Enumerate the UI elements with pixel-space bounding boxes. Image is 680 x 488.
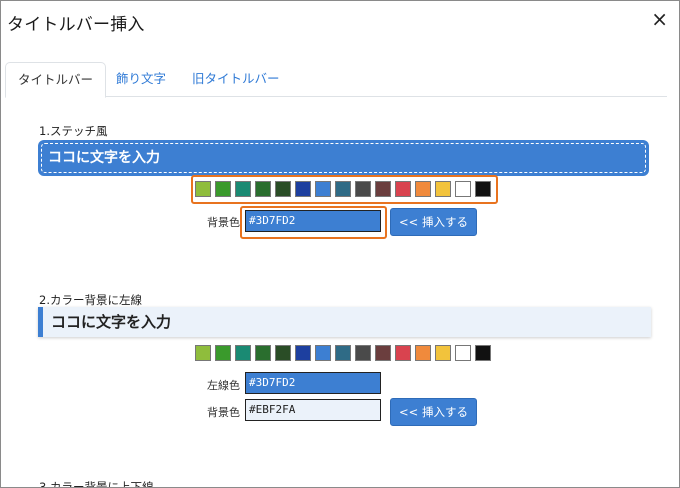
- insert-titlebar-dialog: タイトルバー挿入 × タイトルバー 飾り文字 旧タイトルバー 1.ステッチ風 コ…: [0, 0, 680, 488]
- section3-label: 3.カラー背景に上下線: [39, 480, 154, 488]
- color-swatch[interactable]: [335, 345, 351, 361]
- color-swatch[interactable]: [355, 345, 371, 361]
- insert-button-1[interactable]: << 挿入する: [390, 208, 477, 236]
- line-color-label: 左線色: [207, 379, 240, 392]
- color-swatch[interactable]: [195, 345, 211, 361]
- color-swatch[interactable]: [395, 345, 411, 361]
- dialog-title: タイトルバー挿入: [7, 15, 145, 35]
- color-swatch[interactable]: [395, 181, 411, 197]
- color-swatch[interactable]: [195, 181, 211, 197]
- color-swatch[interactable]: [375, 345, 391, 361]
- color-swatch[interactable]: [435, 181, 451, 197]
- color-swatch[interactable]: [335, 181, 351, 197]
- color-swatch[interactable]: [475, 345, 491, 361]
- section1-label: 1.ステッチ風: [39, 124, 108, 138]
- tab-old-titlebar[interactable]: 旧タイトルバー: [180, 62, 292, 97]
- color-swatch[interactable]: [355, 181, 371, 197]
- color-swatch[interactable]: [435, 345, 451, 361]
- color-swatch[interactable]: [235, 345, 251, 361]
- bg-color-label: 背景色: [207, 216, 240, 229]
- color-swatch[interactable]: [415, 181, 431, 197]
- color-swatch[interactable]: [215, 345, 231, 361]
- stitch-preview: ココに文字を入力: [38, 140, 649, 176]
- line-color-field[interactable]: #3D7FD2: [245, 372, 381, 394]
- insert-button-2[interactable]: << 挿入する: [390, 398, 477, 426]
- section2-label: 2.カラー背景に左線: [39, 293, 142, 307]
- tab-bar: タイトルバー 飾り文字 旧タイトルバー: [5, 62, 667, 98]
- color-swatch[interactable]: [375, 181, 391, 197]
- leftline-preview: ココに文字を入力: [38, 307, 651, 337]
- bg-color-field[interactable]: #3D7FD2: [245, 210, 381, 232]
- color-swatch[interactable]: [255, 181, 271, 197]
- color-swatch[interactable]: [235, 181, 251, 197]
- color-swatch[interactable]: [275, 181, 291, 197]
- bg-color-label-2: 背景色: [207, 406, 240, 419]
- color-swatch[interactable]: [255, 345, 271, 361]
- tab-decorative-text[interactable]: 飾り文字: [104, 62, 178, 97]
- color-palette-2: [195, 345, 491, 361]
- tab-titlebar[interactable]: タイトルバー: [5, 62, 107, 98]
- stitch-preview-text: ココに文字を入力: [41, 143, 646, 173]
- color-swatch[interactable]: [455, 345, 471, 361]
- bg-color-field-2[interactable]: #EBF2FA: [245, 399, 381, 421]
- color-swatch[interactable]: [295, 181, 311, 197]
- color-swatch[interactable]: [315, 181, 331, 197]
- color-swatch[interactable]: [415, 345, 431, 361]
- color-swatch[interactable]: [295, 345, 311, 361]
- close-icon[interactable]: ×: [651, 9, 668, 29]
- color-swatch[interactable]: [275, 345, 291, 361]
- color-swatch[interactable]: [215, 181, 231, 197]
- color-swatch[interactable]: [315, 345, 331, 361]
- color-palette-1: [195, 181, 491, 197]
- color-swatch[interactable]: [475, 181, 491, 197]
- color-swatch[interactable]: [455, 181, 471, 197]
